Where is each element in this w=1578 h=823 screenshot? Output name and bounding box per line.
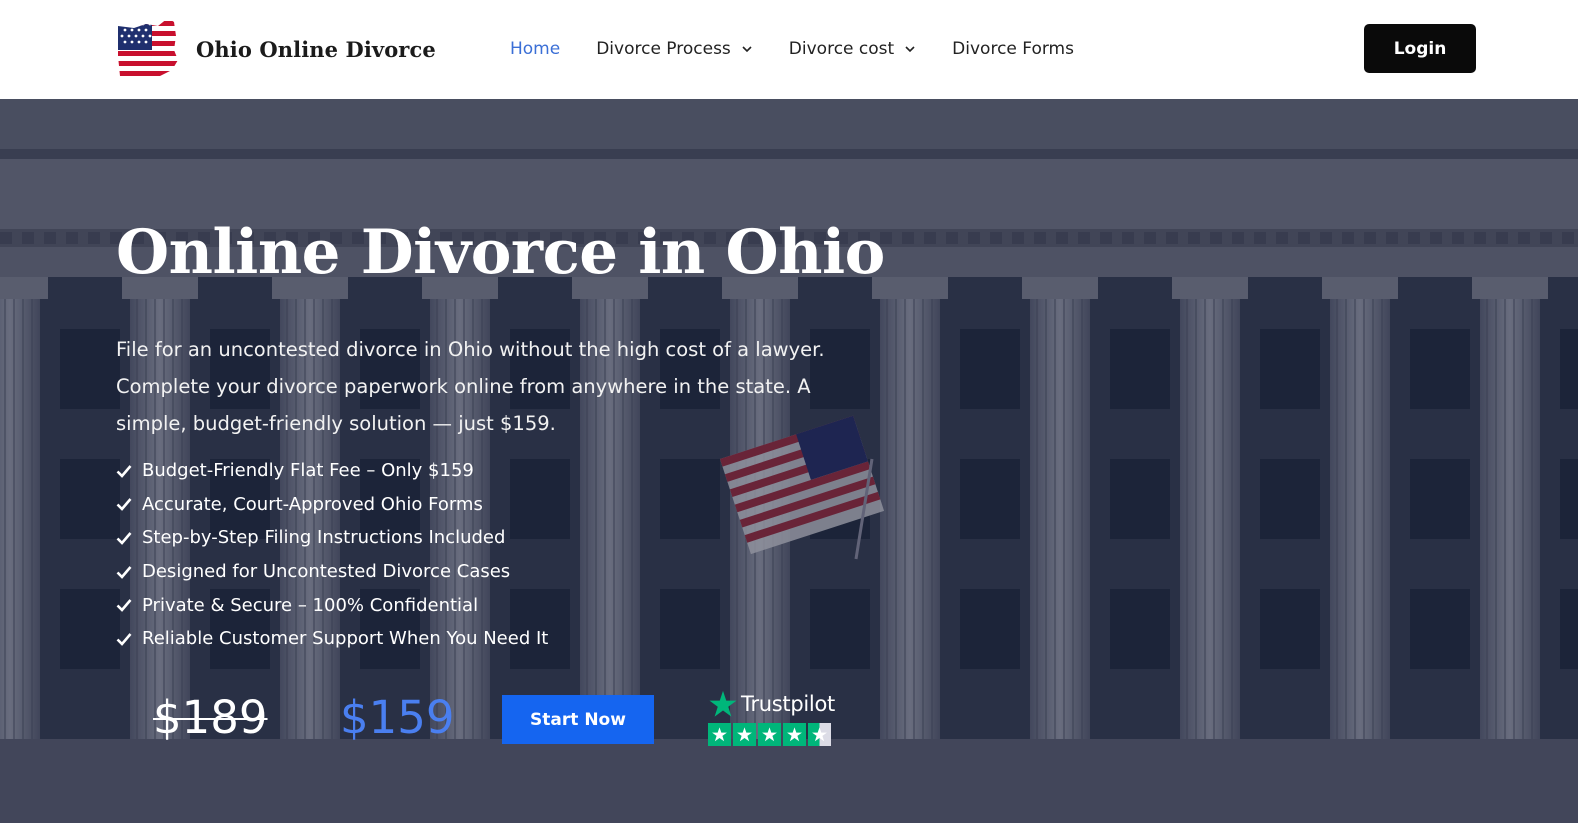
chevron-down-icon (905, 46, 915, 53)
nav-item-label: Home (510, 39, 561, 59)
star-icon (737, 727, 752, 742)
check-icon (116, 632, 132, 646)
hero-description: File for an uncontested divorce in Ohio … (116, 338, 825, 435)
check-icon (116, 565, 132, 579)
brand-name: Ohio Online Divorce (196, 36, 436, 62)
chevron-down-icon (742, 46, 752, 53)
nav-item-label: Divorce cost (788, 39, 895, 59)
trustpilot-star-box (783, 723, 806, 746)
hero-title: Online Divorce in Ohio (116, 217, 885, 288)
nav-item-divorce-process[interactable]: Divorce Process (596, 39, 753, 59)
nav-item-label: Divorce Forms (952, 39, 1074, 59)
trustpilot-logo: Trustpilot (708, 689, 838, 719)
list-item: Designed for Uncontested Divorce Cases (116, 555, 548, 589)
check-icon (116, 532, 132, 545)
feature-text: Accurate, Court-Approved Ohio Forms (142, 493, 483, 515)
nav-item-divorce-forms[interactable]: Divorce Forms (952, 39, 1074, 59)
nav-item-divorce-cost[interactable]: Divorce cost (789, 39, 916, 59)
hero-section: Online Divorce in Ohio File for an uncon… (0, 99, 1578, 823)
feature-list: Budget-Friendly Flat Fee – Only $159 Acc… (116, 454, 548, 656)
start-now-button[interactable]: Start Now (502, 695, 654, 744)
trustpilot-star-box (708, 723, 731, 746)
star-icon (762, 727, 777, 742)
star-icon (812, 727, 827, 742)
feature-text: Reliable Customer Support When You Need … (142, 628, 549, 650)
trustpilot-star-icon (709, 690, 737, 717)
old-price: $189 (153, 691, 268, 744)
feature-text: Private & Secure – 100% Confidential (142, 594, 479, 616)
trustpilot-rating-stars (708, 723, 838, 746)
list-item: Accurate, Court-Approved Ohio Forms (116, 488, 548, 522)
feature-text: Step-by-Step Filing Instructions Include… (142, 527, 506, 549)
nav-item-home[interactable]: Home (510, 39, 560, 59)
brand-logo[interactable]: Ohio Online Divorce (116, 14, 436, 84)
login-button[interactable]: Login (1364, 24, 1476, 73)
ohio-flag-logo-icon (118, 18, 178, 82)
check-icon (116, 498, 132, 512)
nav-item-label: Divorce Process (596, 39, 731, 59)
star-icon (712, 727, 727, 742)
star-icon (787, 727, 802, 742)
feature-text: Designed for Uncontested Divorce Cases (142, 561, 511, 583)
trustpilot-star-box (733, 723, 756, 746)
feature-text: Budget-Friendly Flat Fee – Only $159 (142, 460, 474, 482)
list-item: Private & Secure – 100% Confidential (116, 588, 548, 622)
trustpilot-star-box (808, 723, 831, 746)
trustpilot-name: Trustpilot (741, 692, 835, 716)
site-header: Ohio Online Divorce Home Divorce Process… (0, 0, 1578, 99)
list-item: Reliable Customer Support When You Need … (116, 622, 548, 656)
check-icon (116, 464, 132, 478)
check-icon (116, 599, 132, 613)
trustpilot-star-box (758, 723, 781, 746)
list-item: Step-by-Step Filing Instructions Include… (116, 521, 548, 555)
new-price: $159 (340, 691, 455, 744)
trustpilot-widget[interactable]: Trustpilot (708, 689, 838, 751)
list-item: Budget-Friendly Flat Fee – Only $159 (116, 454, 548, 488)
main-nav: Home Divorce Process Divorce cost Divorc… (510, 34, 1110, 64)
